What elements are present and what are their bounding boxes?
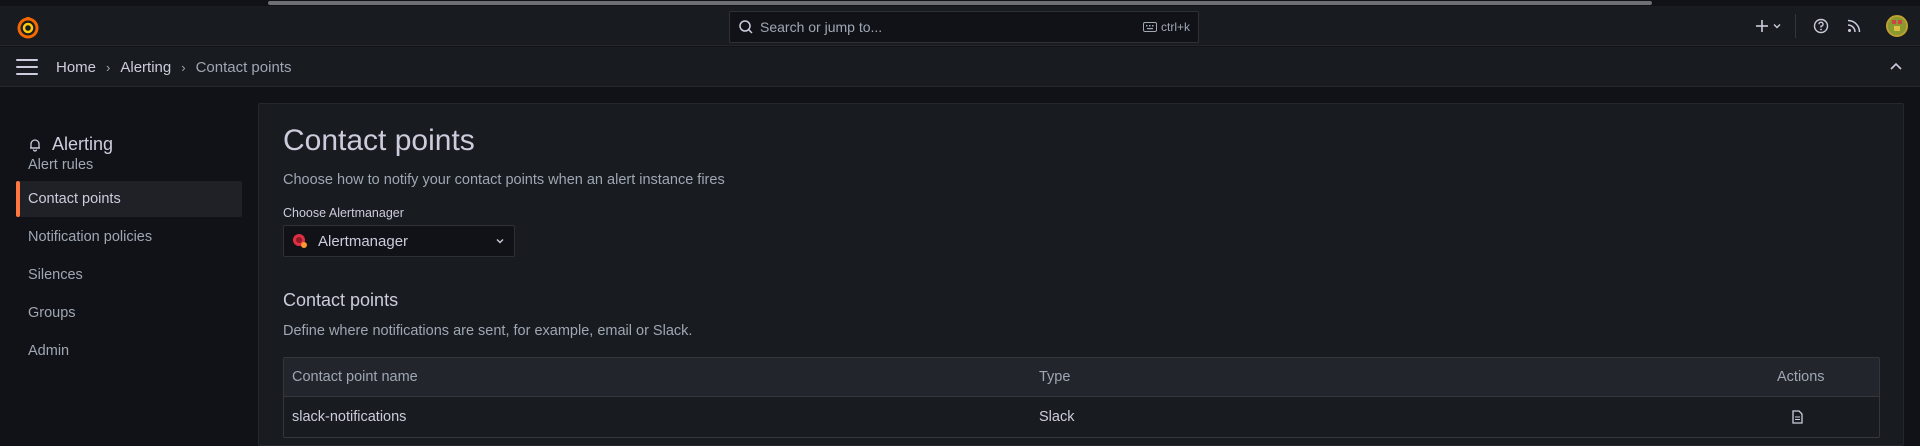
table-row: slack-notifications Slack <box>284 397 1879 437</box>
sidebar-item-label: Notification policies <box>28 229 153 245</box>
menu-toggle-button[interactable] <box>16 59 38 75</box>
breadcrumb-current: Contact points <box>195 58 292 76</box>
breadcrumb-alerting[interactable]: Alerting <box>120 59 171 76</box>
sidebar-item-notification-policies[interactable]: Notification policies <box>16 219 242 255</box>
search-icon <box>739 20 753 34</box>
chevron-right-icon: › <box>106 59 111 75</box>
search-placeholder: Search or jump to... <box>760 19 883 35</box>
plus-icon <box>1755 20 1768 32</box>
news-button[interactable] <box>1836 10 1872 42</box>
sidebar: Alerting Alert rules Contact points Noti… <box>0 88 258 446</box>
rss-icon <box>1847 19 1861 33</box>
contact-points-table: Contact point name Type Actions slack-no… <box>283 357 1880 438</box>
menu-line <box>16 59 38 61</box>
page-title: Contact points <box>283 124 475 157</box>
contact-points-description: Define where notifications are sent, for… <box>283 323 693 339</box>
page-description: Choose how to notify your contact points… <box>283 172 725 188</box>
contact-point-type: Slack <box>1039 409 1075 425</box>
breadcrumb: Home › Alerting › Contact points <box>56 47 291 87</box>
menu-line <box>16 73 38 75</box>
contact-points-heading: Contact points <box>283 290 399 310</box>
grafana-logo[interactable] <box>16 15 40 39</box>
breadcrumb-bar: Home › Alerting › Contact points <box>0 47 1920 87</box>
table-header-row: Contact point name Type Actions <box>284 358 1879 397</box>
breadcrumb-home[interactable]: Home <box>56 59 96 76</box>
sidebar-item-contact-points[interactable]: Contact points <box>16 181 242 217</box>
keyboard-icon <box>1142 22 1157 32</box>
avatar-pattern-icon <box>1888 17 1906 35</box>
alertmanager-selected: Alertmanager <box>318 232 409 250</box>
chevron-down-icon <box>1773 24 1780 29</box>
scrollbar-thumb[interactable] <box>268 1 1652 5</box>
search-input[interactable]: Search or jump to... ctrl+k <box>729 11 1199 43</box>
sidebar-item-silences[interactable]: Silences <box>16 257 242 293</box>
column-header-name: Contact point name <box>292 369 418 385</box>
help-button[interactable] <box>1806 10 1836 42</box>
sidebar-item-groups[interactable]: Groups <box>16 295 242 331</box>
alertmanager-icon <box>293 234 307 248</box>
sidebar-item-label: Silences <box>28 267 83 283</box>
add-new-button[interactable] <box>1751 10 1785 42</box>
alertmanager-select[interactable]: Alertmanager <box>283 225 515 257</box>
file-icon[interactable] <box>1790 410 1804 424</box>
column-header-actions: Actions <box>1777 369 1825 385</box>
contact-point-name: slack-notifications <box>292 409 407 425</box>
help-icon <box>1813 18 1829 34</box>
shortcut-label: ctrl+k <box>1160 20 1190 34</box>
top-right-actions <box>1751 6 1920 46</box>
avatar[interactable] <box>1886 15 1908 37</box>
column-header-type: Type <box>1039 369 1071 385</box>
divider <box>1795 14 1796 38</box>
sidebar-item-alert-rules[interactable]: Alert rules <box>16 147 242 183</box>
sidebar-item-label: Groups <box>28 305 76 321</box>
alertmanager-label: Choose Alertmanager <box>283 206 404 220</box>
chevron-up-icon[interactable] <box>1888 59 1904 75</box>
top-bar: Search or jump to... ctrl+k <box>0 6 1920 46</box>
main-content: Contact points Choose how to notify your… <box>258 103 1904 446</box>
chevron-right-icon: › <box>181 59 186 75</box>
sidebar-item-label: Contact points <box>28 191 121 207</box>
sidebar-item-label: Alert rules <box>28 157 94 173</box>
sidebar-item-label: Admin <box>28 343 70 359</box>
search-shortcut: ctrl+k <box>1142 20 1190 34</box>
sidebar-item-admin[interactable]: Admin <box>16 333 242 369</box>
chevron-down-icon <box>496 239 504 244</box>
menu-line <box>16 66 38 68</box>
